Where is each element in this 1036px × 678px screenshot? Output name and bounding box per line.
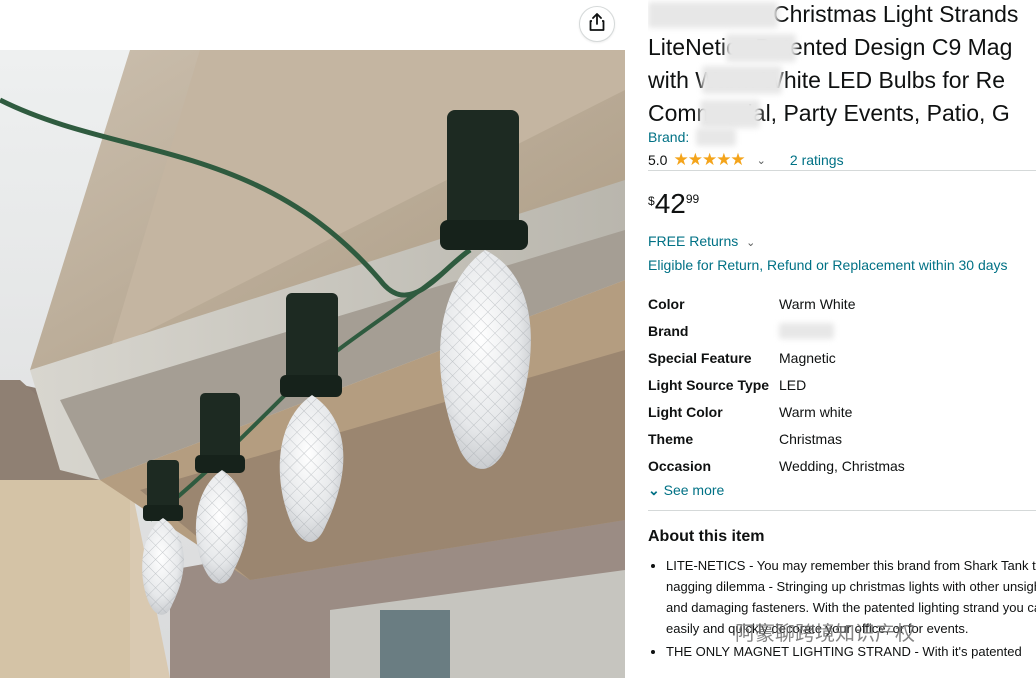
redaction-blur bbox=[696, 128, 736, 146]
free-returns-label: FREE Returns bbox=[648, 233, 739, 249]
spec-key: Occasion bbox=[648, 457, 712, 474]
about-heading: About this item bbox=[648, 528, 765, 545]
chevron-down-icon[interactable]: ⌄ bbox=[757, 154, 766, 167]
spec-row: Occasion Wedding, Christmas bbox=[648, 452, 905, 479]
spec-row: Special Feature Magnetic bbox=[648, 344, 905, 371]
share-icon bbox=[589, 12, 605, 36]
price: $ 42 99 bbox=[648, 186, 699, 222]
price-whole: 42 bbox=[654, 188, 686, 219]
spec-row: Light Source Type LED bbox=[648, 371, 905, 398]
brand-label: Brand: bbox=[648, 129, 690, 145]
spec-value: Magnetic bbox=[779, 349, 836, 366]
brand-link[interactable]: Brand: bbox=[648, 129, 689, 145]
redaction-blur bbox=[702, 66, 782, 94]
redaction-blur bbox=[648, 2, 778, 28]
specs-table: Color Warm White Brand Special Feature M… bbox=[648, 290, 905, 479]
watermark-text: 阿豪聊跨境知识产权 bbox=[735, 621, 915, 645]
about-bullets: LITE-NETICS - You may remember this bran… bbox=[648, 555, 1036, 664]
spec-value: Christmas bbox=[779, 430, 843, 447]
star-rating-icon[interactable]: ★★★★★ bbox=[673, 150, 745, 170]
spec-value: LED bbox=[779, 376, 807, 393]
spec-value: Warm white bbox=[779, 403, 853, 420]
divider bbox=[648, 170, 1036, 171]
spec-key: Special Feature bbox=[648, 349, 752, 366]
free-returns-link[interactable]: FREE Returns ⌄ bbox=[648, 233, 755, 249]
redaction-blur bbox=[779, 322, 834, 339]
price-fraction: 99 bbox=[685, 192, 700, 206]
title-line: LiteNetics Patented Design C9 Mag bbox=[648, 34, 1013, 60]
product-details: Christmas Light Strands LiteNetics Paten… bbox=[648, 0, 1036, 678]
redaction-blur bbox=[700, 100, 760, 128]
spec-value: Wedding, Christmas bbox=[779, 457, 905, 474]
spec-key: Light Color bbox=[648, 403, 723, 420]
rating-row: 5.0 ★★★★★ ⌄ 2 ratings bbox=[648, 150, 844, 170]
see-more-link[interactable]: ⌄ See more bbox=[648, 482, 724, 499]
spec-row: Brand bbox=[648, 317, 905, 344]
spec-row: Theme Christmas bbox=[648, 425, 905, 452]
spec-key: Color bbox=[648, 295, 685, 312]
ratings-count-link[interactable]: 2 ratings bbox=[790, 152, 844, 168]
spec-row: Light Color Warm white bbox=[648, 398, 905, 425]
spec-key: Light Source Type bbox=[648, 376, 770, 393]
price-symbol: $ bbox=[648, 194, 655, 208]
spec-key: Brand bbox=[648, 322, 689, 339]
product-image[interactable] bbox=[0, 50, 625, 678]
see-more-label: See more bbox=[663, 482, 725, 498]
share-button[interactable] bbox=[579, 6, 615, 42]
spec-row: Color Warm White bbox=[648, 290, 905, 317]
return-eligibility-link[interactable]: Eligible for Return, Refund or Replaceme… bbox=[648, 257, 1008, 273]
rating-value: 5.0 bbox=[648, 152, 668, 168]
spec-key: Theme bbox=[648, 430, 694, 447]
chevron-down-icon: ⌄ bbox=[746, 237, 756, 249]
spec-value: Warm White bbox=[779, 295, 856, 312]
chevron-down-icon: ⌄ bbox=[648, 482, 660, 498]
redaction-blur bbox=[726, 34, 796, 62]
divider bbox=[648, 510, 1036, 511]
